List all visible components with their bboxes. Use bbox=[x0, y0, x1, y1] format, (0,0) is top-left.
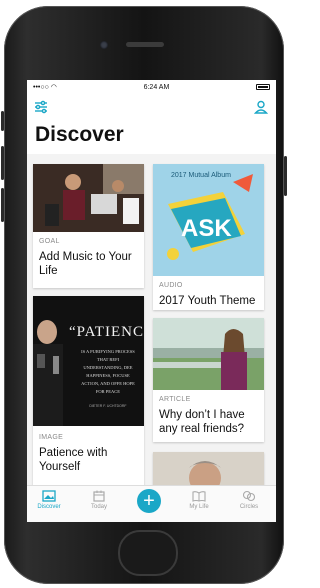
card-title: Why don’t I have any real friends? bbox=[159, 409, 245, 435]
discover-feed[interactable]: GOAL Add Music to Your Life ASK 2017 Mut… bbox=[27, 162, 276, 512]
tab-circles[interactable]: Circles bbox=[229, 490, 269, 510]
mute-switch bbox=[1, 111, 4, 131]
book-icon bbox=[192, 491, 206, 502]
tab-label: Today bbox=[90, 504, 107, 510]
card-image-girl-outdoors bbox=[153, 318, 264, 390]
tab-label: Circles bbox=[239, 504, 259, 510]
card-type-label: IMAGE bbox=[39, 434, 64, 441]
status-time: 6:24 AM bbox=[143, 83, 170, 91]
home-button[interactable] bbox=[118, 530, 178, 576]
card-type-label: GOAL bbox=[39, 238, 60, 245]
circles-icon bbox=[242, 490, 256, 502]
card-title: Patience with Yourself bbox=[39, 447, 108, 473]
page-title: Discover bbox=[27, 122, 276, 154]
calendar-icon bbox=[93, 490, 105, 502]
status-bar: •••○○ ◠ 6:24 AM bbox=[27, 80, 276, 94]
quote-word: “PATIENC bbox=[69, 324, 144, 340]
feed-card-audio[interactable]: ASK 2017 Mutual Album AUDIO 2017 Youth T… bbox=[153, 164, 264, 310]
volume-up-button bbox=[1, 146, 4, 180]
add-button[interactable]: + bbox=[137, 489, 161, 513]
power-button bbox=[284, 156, 287, 196]
quote-author: DIETER F. UCHTDORF bbox=[89, 404, 127, 408]
card-image-music-students bbox=[33, 164, 144, 232]
feed-card-article[interactable]: ARTICLE Why don’t I have any real friend… bbox=[153, 318, 264, 442]
earpiece-speaker bbox=[126, 42, 164, 47]
discover-icon bbox=[42, 490, 56, 502]
plus-icon: + bbox=[143, 490, 155, 512]
card-title: Add Music to Your Life bbox=[39, 251, 132, 277]
feed-card-image[interactable]: “PATIENC IS A PURIFYING PROCESS THAT REF… bbox=[33, 296, 144, 486]
card-type-label: ARTICLE bbox=[159, 396, 191, 403]
bottom-tab-bar: Discover Today + My Life Circles bbox=[27, 485, 276, 522]
tab-label: Discover bbox=[37, 504, 61, 510]
battery-icon bbox=[256, 84, 270, 90]
album-caption: 2017 Mutual Album bbox=[171, 172, 231, 179]
card-title: 2017 Youth Theme bbox=[159, 295, 256, 307]
card-image-patience-quote: “PATIENC IS A PURIFYING PROCESS THAT REF… bbox=[33, 296, 144, 426]
volume-down-button bbox=[1, 188, 4, 222]
card-type-label: AUDIO bbox=[159, 282, 183, 289]
profile-icon[interactable] bbox=[253, 100, 270, 116]
tab-today[interactable]: Today bbox=[79, 490, 119, 510]
card-image-ask-album: ASK 2017 Mutual Album bbox=[153, 164, 264, 276]
app-screen: •••○○ ◠ 6:24 AM Discover GOAL Add Music … bbox=[27, 80, 276, 522]
top-toolbar bbox=[27, 94, 276, 122]
tab-discover[interactable]: Discover bbox=[29, 490, 69, 510]
filter-sliders-icon[interactable] bbox=[34, 100, 50, 116]
wifi-icon: ◠ bbox=[50, 84, 57, 91]
feed-card-goal[interactable]: GOAL Add Music to Your Life bbox=[33, 164, 144, 288]
quote-body: IS A PURIFYING PROCESS THAT REFI UNDERST… bbox=[81, 349, 135, 394]
svg-text:ASK: ASK bbox=[181, 215, 232, 242]
tab-my-life[interactable]: My Life bbox=[179, 490, 219, 510]
signal-strength: •••○○ ◠ bbox=[33, 84, 57, 91]
front-camera bbox=[100, 41, 108, 49]
tab-label: My Life bbox=[189, 504, 209, 510]
